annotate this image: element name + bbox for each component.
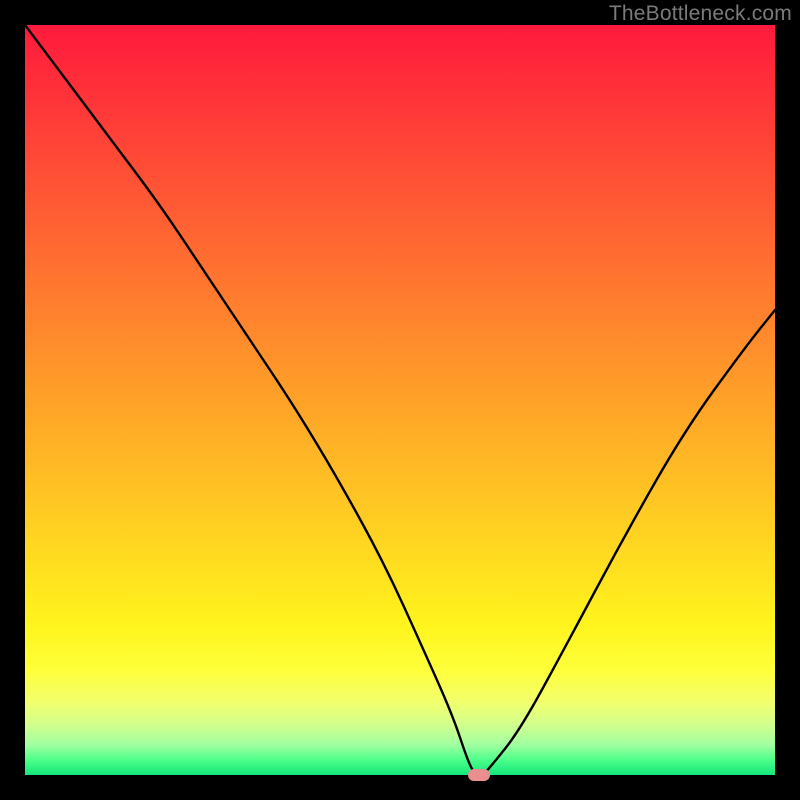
plot-area — [25, 25, 775, 775]
optimal-point-marker — [468, 769, 490, 781]
bottleneck-curve — [25, 25, 775, 775]
chart-frame: TheBottleneck.com — [0, 0, 800, 800]
curve-layer — [25, 25, 775, 775]
watermark-text: TheBottleneck.com — [609, 2, 792, 26]
